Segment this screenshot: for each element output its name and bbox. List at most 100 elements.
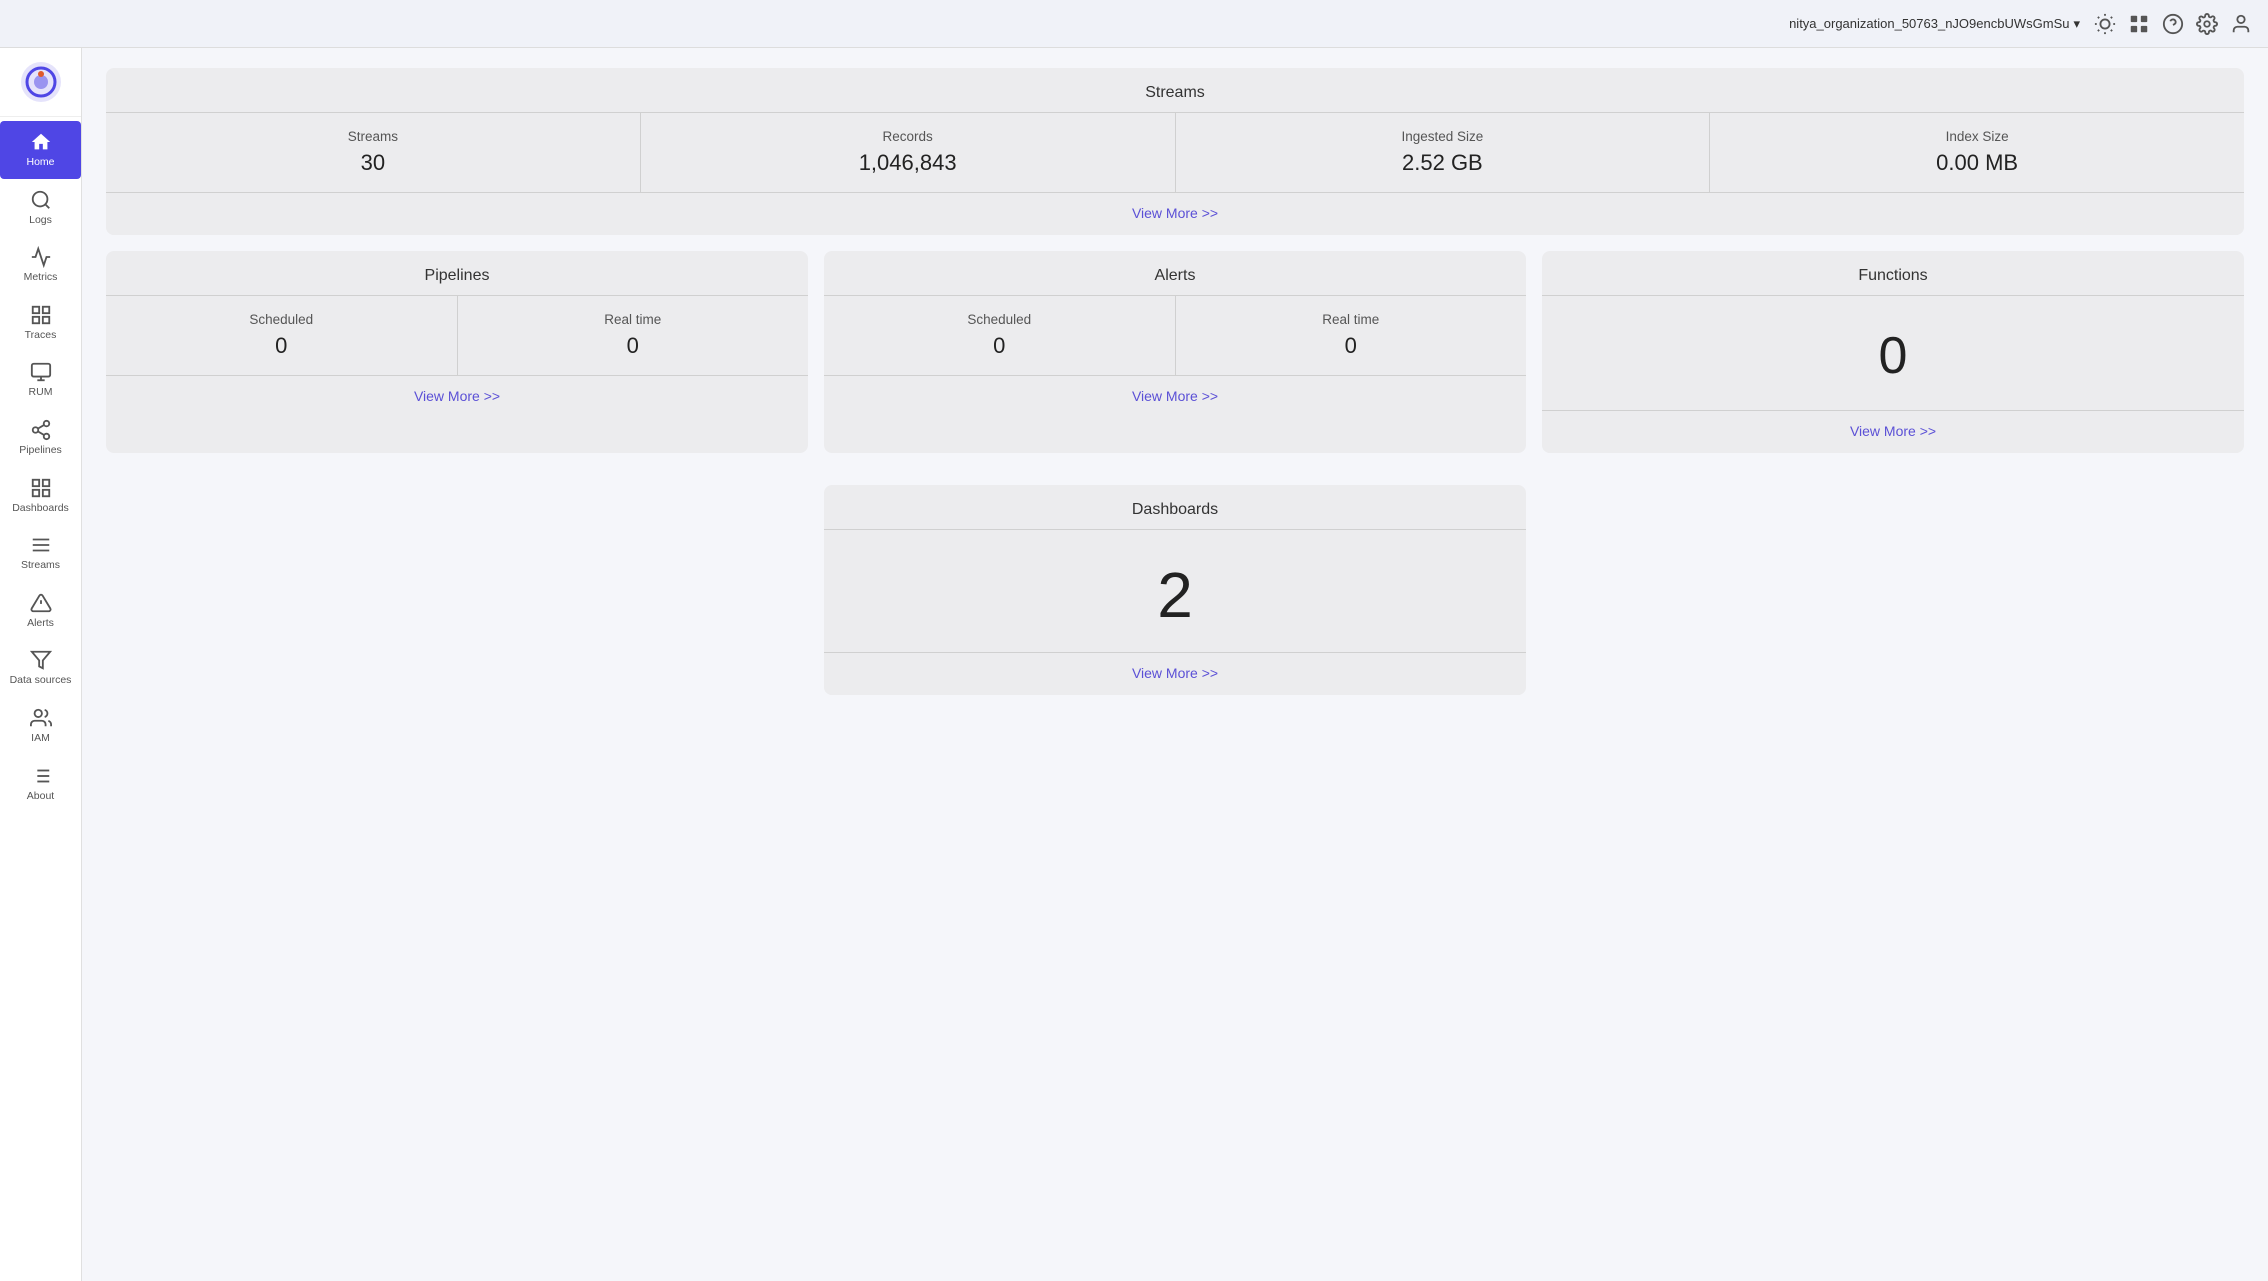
datasources-icon	[30, 649, 52, 671]
metrics-icon	[30, 246, 52, 268]
sidebar-item-metrics[interactable]: Metrics	[0, 236, 81, 294]
pipelines-card-footer: View More >>	[106, 375, 808, 418]
alerts-card: Alerts Scheduled 0 Real time 0 View More…	[824, 251, 1526, 453]
sidebar-metrics-label: Metrics	[24, 271, 58, 284]
settings-icon[interactable]	[2196, 13, 2218, 35]
user-icon[interactable]	[2230, 13, 2252, 35]
main-content: Streams Streams 30 Records 1,046,843 Ing…	[82, 48, 2268, 1281]
pipelines-stat-scheduled: Scheduled 0	[106, 296, 458, 375]
streams-stat-streams-value: 30	[361, 150, 385, 176]
pipelines-icon	[30, 419, 52, 441]
streams-icon	[30, 534, 52, 556]
logo[interactable]	[0, 48, 81, 117]
streams-view-more-link[interactable]: View More >>	[1132, 205, 1218, 221]
alerts-card-title: Alerts	[824, 251, 1526, 295]
alerts-stat-pair: Scheduled 0 Real time 0	[824, 296, 1526, 375]
grid-icon[interactable]	[2128, 13, 2150, 35]
streams-stat-ingested-value: 2.52 GB	[1402, 150, 1483, 176]
streams-stat-index-value: 0.00 MB	[1936, 150, 2018, 176]
alerts-view-more-link[interactable]: View More >>	[1132, 388, 1218, 404]
logs-icon	[30, 189, 52, 211]
functions-card: Functions 0 View More >>	[1542, 251, 2244, 453]
streams-stat-streams-label: Streams	[348, 129, 398, 144]
sidebar-pipelines-label: Pipelines	[19, 444, 62, 457]
iam-icon	[30, 707, 52, 729]
sidebar-item-traces[interactable]: Traces	[0, 294, 81, 352]
pipelines-realtime-value: 0	[627, 333, 639, 359]
streams-stat-index: Index Size 0.00 MB	[1710, 113, 2244, 192]
sidebar-about-label: About	[27, 790, 54, 803]
sidebar-item-streams[interactable]: Streams	[0, 524, 81, 582]
sidebar-datasources-label: Data sources	[10, 674, 72, 687]
alerts-stat-realtime: Real time 0	[1176, 296, 1527, 375]
sidebar-iam-label: IAM	[31, 732, 50, 745]
traces-icon	[30, 304, 52, 326]
streams-stat-index-label: Index Size	[1946, 129, 2009, 144]
alerts-stat-scheduled: Scheduled 0	[824, 296, 1176, 375]
functions-card-title: Functions	[1542, 251, 2244, 295]
streams-card-footer: View More >>	[106, 192, 2244, 235]
sidebar-item-alerts[interactable]: Alerts	[0, 582, 81, 640]
alerts-realtime-value: 0	[1345, 333, 1357, 359]
alerts-realtime-label: Real time	[1322, 312, 1379, 327]
rum-icon	[30, 361, 52, 383]
streams-stat-records-value: 1,046,843	[859, 150, 957, 176]
streams-stat-records: Records 1,046,843	[641, 113, 1176, 192]
sidebar-rum-label: RUM	[29, 386, 53, 399]
streams-card-stats: Streams 30 Records 1,046,843 Ingested Si…	[106, 113, 2244, 192]
alerts-icon	[30, 592, 52, 614]
sidebar-item-home[interactable]: Home	[0, 121, 81, 179]
about-icon	[30, 765, 52, 787]
sidebar: Home Logs Metrics Traces	[0, 48, 82, 1281]
help-icon[interactable]	[2162, 13, 2184, 35]
theme-toggle-icon[interactable]	[2094, 13, 2116, 35]
chevron-down-icon: ▾	[2073, 16, 2080, 32]
sidebar-item-pipelines[interactable]: Pipelines	[0, 409, 81, 467]
pipelines-realtime-label: Real time	[604, 312, 661, 327]
sidebar-home-label: Home	[26, 156, 54, 169]
streams-stat-streams: Streams 30	[106, 113, 641, 192]
sidebar-alerts-label: Alerts	[27, 617, 54, 630]
functions-value: 0	[1542, 296, 2244, 410]
pipelines-stat-pair: Scheduled 0 Real time 0	[106, 296, 808, 375]
streams-stat-ingested-label: Ingested Size	[1401, 129, 1483, 144]
alerts-scheduled-value: 0	[993, 333, 1005, 359]
sidebar-item-logs[interactable]: Logs	[0, 179, 81, 237]
sidebar-logs-label: Logs	[29, 214, 52, 227]
header-icons	[2094, 13, 2252, 35]
pipelines-card-title: Pipelines	[106, 251, 808, 295]
alerts-card-footer: View More >>	[824, 375, 1526, 418]
dashboards-card-title: Dashboards	[824, 485, 1526, 529]
pipelines-view-more-link[interactable]: View More >>	[414, 388, 500, 404]
header: nitya_organization_50763_nJO9encbUWsGmSu…	[0, 0, 2268, 48]
dashboards-card: Dashboards 2 View More >>	[824, 485, 1526, 695]
sidebar-item-about[interactable]: About	[0, 755, 81, 813]
dashboards-card-footer: View More >>	[824, 652, 1526, 695]
pipelines-scheduled-value: 0	[275, 333, 287, 359]
sidebar-item-rum[interactable]: RUM	[0, 351, 81, 409]
bottom-row: Dashboards 2 View More >>	[106, 485, 2244, 711]
functions-view-more-link[interactable]: View More >>	[1850, 423, 1936, 439]
pipelines-card: Pipelines Scheduled 0 Real time 0 View M…	[106, 251, 808, 453]
sidebar-traces-label: Traces	[25, 329, 57, 342]
dashboards-value: 2	[824, 530, 1526, 652]
alerts-scheduled-label: Scheduled	[967, 312, 1031, 327]
dashboards-icon	[30, 477, 52, 499]
dashboards-view-more-link[interactable]: View More >>	[1132, 665, 1218, 681]
home-icon	[30, 131, 52, 153]
middle-row: Pipelines Scheduled 0 Real time 0 View M…	[106, 251, 2244, 469]
streams-card-title: Streams	[106, 68, 2244, 112]
streams-stat-records-label: Records	[882, 129, 932, 144]
main-wrapper: Home Logs Metrics Traces	[0, 0, 2268, 1281]
sidebar-item-iam[interactable]: IAM	[0, 697, 81, 755]
org-selector[interactable]: nitya_organization_50763_nJO9encbUWsGmSu…	[1789, 16, 2080, 32]
org-name: nitya_organization_50763_nJO9encbUWsGmSu	[1789, 16, 2069, 31]
sidebar-item-datasources[interactable]: Data sources	[0, 639, 81, 697]
sidebar-item-dashboards[interactable]: Dashboards	[0, 467, 81, 525]
streams-stat-ingested: Ingested Size 2.52 GB	[1176, 113, 1711, 192]
pipelines-stat-realtime: Real time 0	[458, 296, 809, 375]
streams-card: Streams Streams 30 Records 1,046,843 Ing…	[106, 68, 2244, 235]
sidebar-streams-label: Streams	[21, 559, 60, 572]
functions-card-footer: View More >>	[1542, 410, 2244, 453]
pipelines-scheduled-label: Scheduled	[249, 312, 313, 327]
